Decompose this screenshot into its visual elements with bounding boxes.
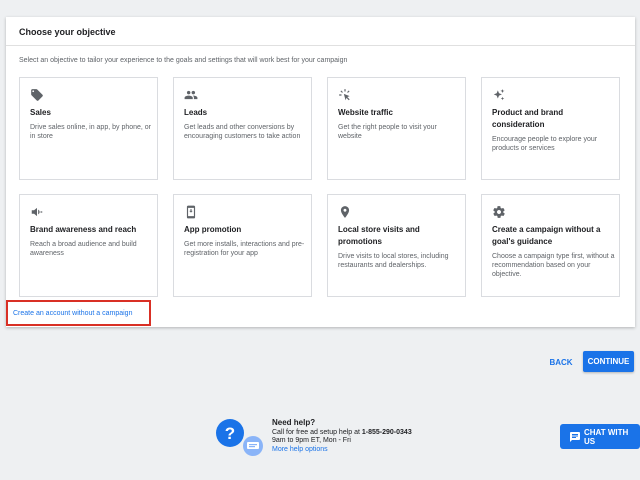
continue-button[interactable]: CONTINUE [583, 351, 634, 372]
help-hours: 9am to 9pm ET, Mon - Fri [272, 437, 351, 444]
card-description: Drive visits to local stores, including … [338, 253, 449, 269]
create-account-without-campaign-link[interactable]: Create an account without a campaign [13, 310, 132, 317]
card-description: Drive sales online, in app, by phone, or… [30, 124, 152, 140]
megaphone-icon [30, 205, 44, 219]
help-phone-prefix: Call for free ad setup help at [272, 429, 362, 436]
objective-card-leads[interactable]: Leads Get leads and other conversions by… [173, 77, 312, 180]
back-button[interactable]: BACK [546, 354, 576, 370]
more-help-options-link[interactable]: More help options [272, 446, 328, 453]
card-title: Website traffic [338, 108, 393, 117]
card-title: Sales [30, 108, 51, 117]
objective-card-product-brand[interactable]: Product and brand consideration Encourag… [481, 77, 620, 180]
gear-icon [492, 205, 506, 219]
objective-card-local-store[interactable]: Local store visits and promotions Drive … [327, 194, 466, 297]
location-pin-icon [338, 205, 352, 219]
card-title: Brand awareness and reach [30, 225, 137, 234]
chat-icon [569, 431, 581, 443]
tag-icon [30, 88, 44, 102]
panel-title: Choose your objective [19, 27, 116, 37]
help-chat-icon: ? [214, 414, 264, 460]
sparkle-icon [492, 88, 506, 102]
card-description: Get more installs, interactions and pre-… [184, 241, 305, 257]
objective-card-no-goal[interactable]: Create a campaign without a goal's guida… [481, 194, 620, 297]
people-icon [184, 88, 198, 102]
card-title: Product and brand consideration [492, 108, 564, 129]
card-description: Get leads and other conversions by encou… [184, 124, 301, 140]
svg-text:?: ? [225, 424, 235, 443]
cursor-click-icon [338, 88, 352, 102]
card-title: Local store visits and promotions [338, 225, 420, 246]
help-phone-line: Call for free ad setup help at 1-855-290… [272, 429, 412, 436]
card-description: Reach a broad audience and build awarene… [30, 241, 137, 257]
objective-panel: Choose your objective Select an objectiv… [6, 17, 635, 327]
help-phone-number: 1-855-290-0343 [361, 429, 412, 436]
chat-with-us-button[interactable]: CHAT WITH US [560, 424, 640, 449]
phone-download-icon [184, 205, 198, 219]
objective-card-app-promotion[interactable]: App promotion Get more installs, interac… [173, 194, 312, 297]
objective-card-sales[interactable]: Sales Drive sales online, in app, by pho… [19, 77, 158, 180]
help-title: Need help? [272, 418, 316, 427]
panel-subtitle: Select an objective to tailor your exper… [19, 57, 348, 64]
divider [6, 45, 635, 46]
card-title: Leads [184, 108, 208, 117]
card-title: Create a campaign without a goal's guida… [492, 225, 601, 246]
objective-card-brand-awareness[interactable]: Brand awareness and reach Reach a broad … [19, 194, 158, 297]
card-title: App promotion [184, 225, 242, 234]
objective-card-website-traffic[interactable]: Website traffic Get the right people to … [327, 77, 466, 180]
card-description: Choose a campaign type first, without a … [492, 253, 615, 278]
card-description: Get the right people to visit your websi… [338, 124, 437, 140]
highlight-box: Create an account without a campaign [6, 300, 151, 326]
chat-label: CHAT WITH US [584, 427, 629, 446]
card-description: Encourage people to explore your product… [492, 136, 598, 152]
